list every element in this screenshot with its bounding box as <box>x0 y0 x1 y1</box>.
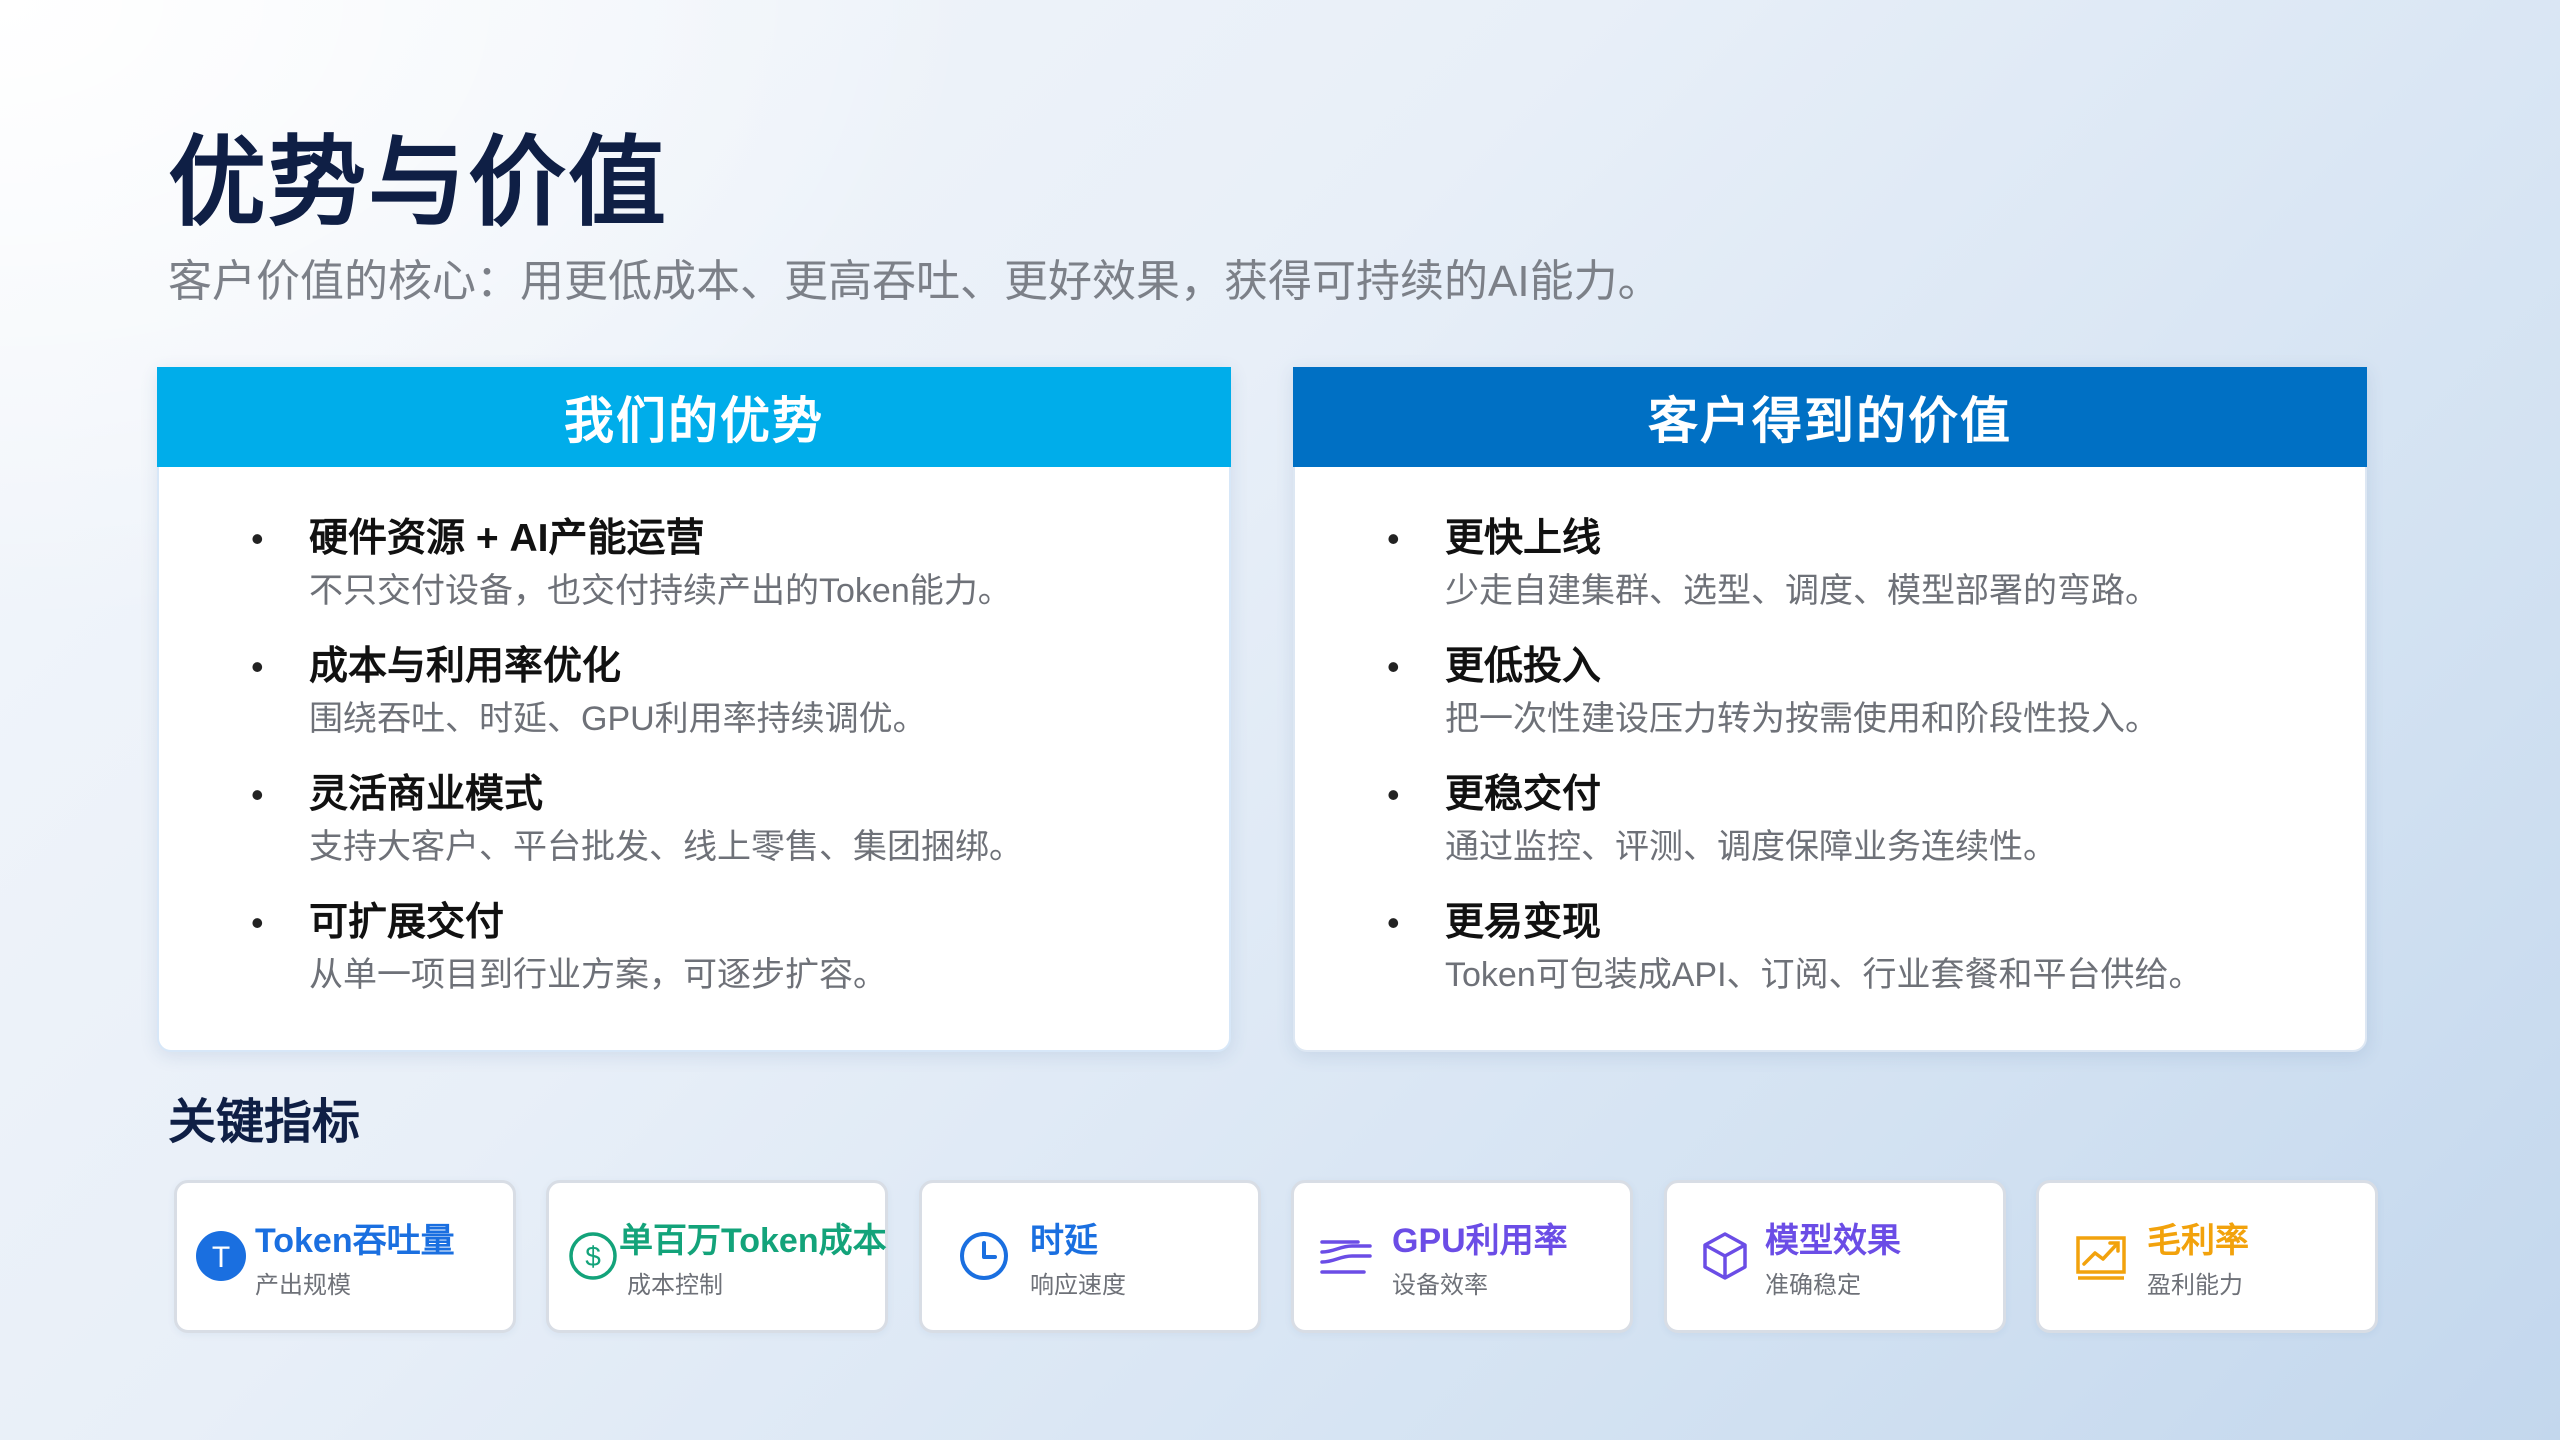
cube-icon <box>1703 1232 1747 1280</box>
value-desc: 少走自建集群、选型、调度、模型部署的弯路。 <box>1445 572 2159 610</box>
metric-title: 时延 <box>1030 1222 1098 1260</box>
page-title: 优势与价值 <box>168 127 669 237</box>
value-item: • 更稳交付 通过监控、评测、调度保障业务连续性。 <box>1295 765 2365 893</box>
advantage-desc: 从单一项目到行业方案，可逐步扩容。 <box>309 956 887 994</box>
metrics-title: 关键指标 <box>168 1096 361 1149</box>
bullet: • <box>251 518 264 559</box>
value-item: • 更快上线 少走自建集群、选型、调度、模型部署的弯路。 <box>1295 509 2365 637</box>
metric-card-gross-margin: 毛利率 盈利能力 <box>2036 1180 2378 1333</box>
advantage-item: • 成本与利用率优化 围绕吞吐、时延、GPU利用率持续调优。 <box>159 637 1229 765</box>
metric-title: 模型效果 <box>1765 1222 1901 1260</box>
bullet: • <box>1387 774 1400 815</box>
bullet: • <box>251 646 264 687</box>
token-icon: T <box>196 1231 246 1281</box>
clock-icon <box>960 1232 1008 1280</box>
metric-sub: 设备效率 <box>1392 1272 1488 1299</box>
advantage-desc: 不只交付设备，也交付持续产出的Token能力。 <box>309 572 1012 610</box>
values-header: 客户得到的价值 <box>1293 367 2367 467</box>
metric-title: 毛利率 <box>2147 1222 2249 1260</box>
bullet: • <box>1387 646 1400 687</box>
page-subtitle: 客户价值的核心：用更低成本、更高吞吐、更好效果，获得可持续的AI能力。 <box>168 257 1662 306</box>
advantage-title: 可扩展交付 <box>309 901 505 944</box>
metric-card-model-quality: 模型效果 准确稳定 <box>1664 1180 2006 1333</box>
metric-sub: 准确稳定 <box>1765 1272 1861 1299</box>
metric-title: Token吞吐量 <box>255 1222 455 1260</box>
advantage-item: • 硬件资源 + AI产能运营 不只交付设备，也交付持续产出的Token能力。 <box>159 509 1229 637</box>
value-item: • 更易变现 Token可包装成API、订阅、行业套餐和平台供给。 <box>1295 893 2365 1021</box>
value-title: 更低投入 <box>1445 645 1602 688</box>
metric-title: GPU利用率 <box>1392 1222 1568 1260</box>
svg-text:$: $ <box>585 1241 601 1272</box>
metric-sub: 产出规模 <box>255 1272 351 1299</box>
advantage-desc: 支持大客户、平台批发、线上零售、集团捆绑。 <box>309 828 1023 866</box>
value-title: 更稳交付 <box>1445 773 1602 816</box>
value-item: • 更低投入 把一次性建设压力转为按需使用和阶段性投入。 <box>1295 637 2365 765</box>
advantage-item: • 灵活商业模式 支持大客户、平台批发、线上零售、集团捆绑。 <box>159 765 1229 893</box>
bullet: • <box>251 902 264 943</box>
metric-sub: 盈利能力 <box>2147 1272 2243 1299</box>
metric-card-latency: 时延 响应速度 <box>919 1180 1261 1333</box>
value-desc: Token可包装成API、订阅、行业套餐和平台供给。 <box>1445 956 2203 994</box>
bullet: • <box>1387 902 1400 943</box>
bullet: • <box>251 774 264 815</box>
bullet: • <box>1387 518 1400 559</box>
values-panel: 客户得到的价值 • 更快上线 少走自建集群、选型、调度、模型部署的弯路。 • 更… <box>1293 367 2367 1052</box>
metric-card-gpu-utilization: GPU利用率 设备效率 <box>1291 1180 1633 1333</box>
advantage-desc: 围绕吞吐、时延、GPU利用率持续调优。 <box>309 700 927 738</box>
advantage-item: • 可扩展交付 从单一项目到行业方案，可逐步扩容。 <box>159 893 1229 1021</box>
value-title: 更快上线 <box>1445 517 1602 560</box>
metric-card-cost-per-million: $ 单百万Token成本 成本控制 <box>546 1180 888 1333</box>
advantages-header: 我们的优势 <box>157 367 1231 467</box>
svg-text:T: T <box>212 1241 230 1274</box>
value-desc: 把一次性建设压力转为按需使用和阶段性投入。 <box>1445 700 2159 738</box>
advantage-title: 硬件资源 + AI产能运营 <box>309 517 705 560</box>
advantage-title: 成本与利用率优化 <box>309 645 622 688</box>
metric-sub: 响应速度 <box>1030 1272 1126 1299</box>
metric-title: 单百万Token成本 <box>619 1222 887 1260</box>
trend-chart-icon <box>2076 1236 2126 1280</box>
dollar-icon: $ <box>569 1232 617 1280</box>
flow-lines-icon <box>1320 1240 1372 1274</box>
value-desc: 通过监控、评测、调度保障业务连续性。 <box>1445 828 2057 866</box>
value-title: 更易变现 <box>1445 901 1602 944</box>
metric-sub: 成本控制 <box>627 1272 723 1299</box>
advantages-panel: 我们的优势 • 硬件资源 + AI产能运营 不只交付设备，也交付持续产出的Tok… <box>157 367 1231 1052</box>
metric-card-token-throughput: T Token吞吐量 产出规模 <box>174 1180 516 1333</box>
advantage-title: 灵活商业模式 <box>309 773 544 816</box>
